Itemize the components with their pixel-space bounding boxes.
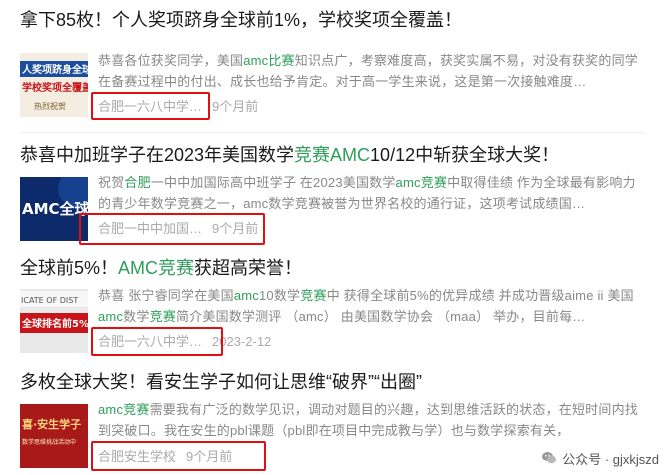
text-fragment: 全球前5%！ <box>20 258 119 278</box>
source-name[interactable]: 合肥一中中加国… <box>98 220 202 238</box>
article-meta: 合肥一六八中学… 2023-2-12 <box>98 333 271 351</box>
search-results-feed: 拿下85枚！个人奖项跻身全球前1%，学校奖项全覆盖！ 人奖项跻身全球前 学校奖项… <box>0 0 669 475</box>
text-fragment: 恭喜各位获奖同学，美国 <box>98 53 244 68</box>
publish-time: 2023-2-12 <box>212 334 272 349</box>
thumb-caption: 人奖项跻身全球前 <box>22 63 88 76</box>
text-fragment: 中 获得全球前5%的优异成绩 并成功晋级aime ii 美国 <box>326 288 634 303</box>
source-name[interactable]: 合肥一六八中学… <box>98 333 202 351</box>
article-title[interactable]: 恭喜中加班学子在2023年美国数学竞赛AMC10/12中斩获全球大奖！ <box>20 143 559 167</box>
publish-time: 9个月前 <box>212 99 259 114</box>
highlighted-keyword: 竞赛AMC <box>294 145 371 165</box>
article-summary: 恭喜各位获奖同学，美国amc比赛知识点广，考察难度高，获奖实属不易，对没有获奖的… <box>98 50 644 92</box>
thumbnail-image: AMC全球 <box>20 177 88 241</box>
publish-time: 9个月前 <box>186 449 233 464</box>
thumb-caption: 喜·安生学子 <box>22 417 81 431</box>
text-fragment: 恭喜中加班学子在2023年美国数学 <box>20 145 295 165</box>
article-thumbnail[interactable]: 人奖项跻身全球前 学校奖项全覆盖 热烈祝贺 <box>20 53 88 117</box>
article-meta: 合肥一中中加国… 9个月前 <box>98 220 258 238</box>
thumb-caption: 数学思维挑战活动中 <box>22 438 76 446</box>
source-name[interactable]: 合肥安生学校 <box>98 448 176 466</box>
thumb-caption: AMC全球 <box>22 200 88 218</box>
text-fragment: 10/12中斩获全球大奖！ <box>370 145 560 165</box>
text-fragment: 祝贺 <box>98 175 125 190</box>
thumbnail-image: ICATE OF DIST 全球排名前5%！ <box>20 289 88 353</box>
thumb-caption: ICATE OF DIST <box>21 296 78 305</box>
source-name[interactable]: 合肥一六八中学… <box>98 98 202 116</box>
wechat-icon <box>542 452 557 464</box>
article-meta: 合肥安生学校 9个月前 <box>98 448 232 466</box>
highlighted-keyword: 合肥 <box>124 175 151 190</box>
highlighted-keyword: 竞赛 <box>300 288 327 303</box>
article-title[interactable]: 多枚全球大奖！看安生学子如何让思维“破界”“出圈” <box>20 370 422 394</box>
thumb-caption: 学校奖项全覆盖 <box>22 81 88 94</box>
highlighted-keyword: amc <box>233 288 259 303</box>
article-summary: 祝贺合肥一中中加国际高中班学子 在2023美国数学amc竞赛中取得佳绩 作为全球… <box>98 172 644 214</box>
article-title[interactable]: 全球前5%！AMC竞赛获超高荣誉！ <box>20 256 302 280</box>
text-fragment: 恭喜 张宁睿同学在美国 <box>98 288 234 303</box>
highlighted-keyword: amc竞赛 <box>98 402 150 417</box>
article-summary: amc竞赛需要我有广泛的数学见识，调动对题目的兴趣，达到思维活跃的状态，在短时间… <box>98 399 644 441</box>
publish-time: 9个月前 <box>212 221 259 236</box>
highlighted-keyword: AMC竞赛 <box>118 258 195 278</box>
highlighted-keyword: amc竞赛 <box>395 175 448 190</box>
article-thumbnail[interactable]: 喜·安生学子 数学思维挑战活动中 <box>20 404 88 468</box>
article-thumbnail[interactable]: ICATE OF DIST 全球排名前5%！ <box>20 289 88 353</box>
thumbnail-image: 人奖项跻身全球前 学校奖项全覆盖 热烈祝贺 <box>20 53 88 117</box>
article-title[interactable]: 拿下85枚！个人奖项跻身全球前1%，学校奖项全覆盖！ <box>20 8 462 32</box>
article-summary: 恭喜 张宁睿同学在美国amc10数学竞赛中 获得全球前5%的优异成绩 并成功晋级… <box>98 285 644 327</box>
thumb-caption: 热烈祝贺 <box>34 101 66 111</box>
text-fragment: 获超高荣誉！ <box>194 258 303 278</box>
text-fragment: 10数学 <box>258 288 301 303</box>
wechat-watermark: 公众号 · gjxkjszd <box>535 445 665 471</box>
highlighted-keyword: amc比赛 <box>243 53 295 68</box>
text-fragment: 数学 <box>123 309 150 324</box>
text-fragment: 一中中加国际高中班学子 在2023美国数学 <box>150 175 396 190</box>
text-fragment: 需要我有广泛的数学见识，调动对题目的兴趣，达到思维活跃的状态，在短时间内找到突破… <box>98 402 638 438</box>
highlighted-keyword: amc <box>98 309 124 324</box>
article-card[interactable]: 恭喜中加班学子在2023年美国数学竞赛AMC10/12中斩获全球大奖！ AMC全… <box>0 143 669 255</box>
thumb-caption: 全球排名前5%！ <box>21 317 88 330</box>
divider <box>20 132 645 133</box>
article-thumbnail[interactable]: AMC全球 <box>20 177 88 241</box>
watermark-label: 公众号 · gjxkjszd <box>562 451 659 467</box>
article-card[interactable]: 全球前5%！AMC竞赛获超高荣誉！ ICATE OF DIST 全球排名前5%！… <box>0 256 669 360</box>
article-meta: 合肥一六八中学… 9个月前 <box>98 98 258 116</box>
text-fragment: 简介美国数学测评 （amc） 由美国数学协会 （maa） 举办，目前每… <box>175 309 586 324</box>
article-card[interactable]: 拿下85枚！个人奖项跻身全球前1%，学校奖项全覆盖！ 人奖项跻身全球前 学校奖项… <box>0 8 669 126</box>
thumbnail-image: 喜·安生学子 数学思维挑战活动中 <box>20 404 88 468</box>
highlighted-keyword: 竞赛 <box>149 309 176 324</box>
